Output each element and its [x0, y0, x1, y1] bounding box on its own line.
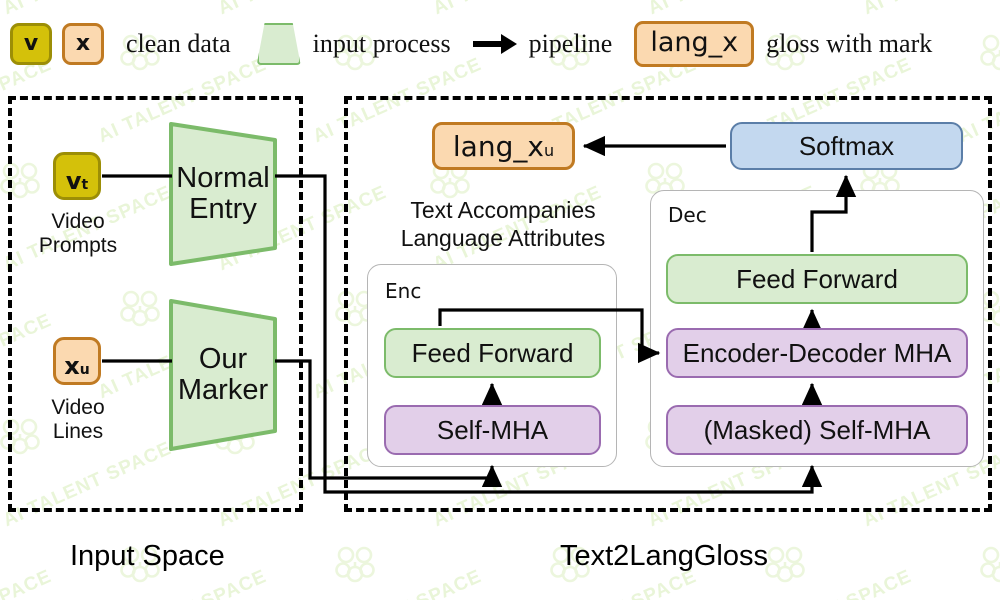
encoder-decoder-mha-block[interactable]: Encoder-Decoder MHA — [666, 328, 968, 378]
legend-item-input-process: input process — [256, 23, 451, 65]
trapezoid-icon — [256, 23, 301, 65]
input-space-caption: Input Space — [70, 540, 225, 572]
legend-item-pipeline: pipeline — [472, 29, 613, 59]
chip-main-text: lang_x — [452, 130, 544, 163]
process-normal-entry[interactable]: Normal Entry — [163, 118, 283, 270]
trapezoid-shape — [169, 299, 277, 451]
legend-bar: v x clean data input process pipeline la… — [0, 0, 1000, 88]
watermark-text: AI TALENT SPACE — [955, 566, 1000, 600]
badge-sub-text: t — [81, 177, 89, 193]
legend-item-clean-data: v x clean data — [10, 23, 231, 65]
text2langgloss-caption: Text2LangGloss — [560, 540, 768, 572]
legend-label-gloss: gloss with mark — [766, 28, 933, 58]
output-chip-lang-x: lang_x u — [432, 122, 575, 170]
watermark-logo-icon — [980, 546, 1000, 583]
legend-chip-lang-x: lang_x — [634, 21, 755, 67]
right-arrow-icon — [472, 33, 519, 55]
legend-label-input-process: input process — [312, 29, 451, 58]
chip-sub-text: u — [543, 141, 555, 160]
softmax-block[interactable]: Softmax — [730, 122, 963, 170]
badge-main-text: x — [64, 352, 80, 380]
badge-sub-text: u — [79, 362, 90, 378]
legend-badge-v: v — [10, 23, 52, 65]
badge-main-text: v — [65, 167, 82, 195]
input-caption-video-prompts: Video Prompts — [38, 210, 118, 257]
decoder-label: Dec — [668, 203, 707, 227]
encoder-self-mha-block[interactable]: Self-MHA — [384, 405, 601, 455]
legend-label-pipeline: pipeline — [528, 29, 613, 58]
input-caption-video-lines: Video Lines — [51, 396, 105, 443]
process-our-marker[interactable]: Our Marker — [163, 295, 283, 455]
watermark-logo-icon — [765, 546, 805, 583]
input-badge-video-prompts: vt — [53, 152, 101, 200]
watermark-logo-icon — [335, 546, 375, 583]
trapezoid-shape — [169, 122, 277, 266]
encoder-label: Enc — [385, 279, 422, 303]
legend-badge-x: x — [62, 23, 104, 65]
watermark-text: AI TALENT SPACE — [0, 566, 55, 600]
decoder-feed-forward-block[interactable]: Feed Forward — [666, 254, 968, 304]
watermark-text: AI TALENT SPACE — [310, 566, 485, 600]
diagram-canvas: AI TALENT SPACE AI TALENT SPACE AI TALENT … — [0, 0, 1000, 600]
legend-label-clean-data: clean data — [126, 29, 231, 58]
language-attributes-note: Text Accompanies Language Attributes — [400, 197, 606, 251]
encoder-feed-forward-block[interactable]: Feed Forward — [384, 328, 601, 378]
legend-item-gloss: lang_x gloss with mark — [634, 21, 933, 67]
decoder-masked-self-mha-block[interactable]: (Masked) Self-MHA — [666, 405, 968, 455]
input-badge-video-lines: xu — [53, 337, 101, 385]
